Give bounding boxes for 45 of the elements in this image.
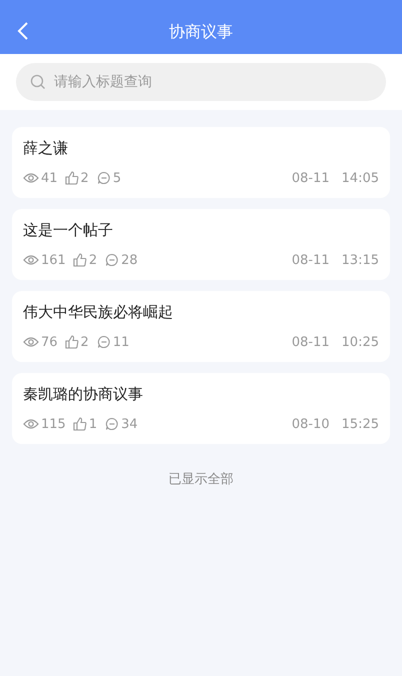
search-field[interactable]: 请输入标题查询 (16, 63, 386, 101)
post-card[interactable]: 这是一个帖子 161 2 28 08-11 13:15 (12, 209, 390, 280)
comment-count: 28 (121, 252, 138, 270)
comment-count: 34 (121, 416, 138, 434)
view-count: 76 (41, 334, 58, 352)
thumbs-up-icon (64, 335, 79, 350)
thumbs-up-icon (72, 417, 87, 432)
post-card[interactable]: 薛之谦 41 2 5 08-11 14:05 (12, 127, 390, 198)
post-date: 08-10 (292, 416, 330, 434)
back-icon (17, 21, 29, 41)
post-card[interactable]: 伟大中华民族必将崛起 76 2 11 08-11 10:25 (12, 291, 390, 362)
page-title: 协商议事 (169, 21, 233, 43)
like-count: 2 (88, 252, 98, 270)
post-date: 08-11 (292, 252, 330, 270)
comment-icon (105, 253, 120, 268)
eye-icon (23, 254, 39, 266)
post-title: 薛之谦 (23, 138, 69, 159)
post-time: 15:25 (342, 416, 379, 434)
post-title: 这是一个帖子 (23, 220, 114, 241)
like-count: 2 (80, 170, 89, 188)
like-count: 1 (88, 416, 98, 434)
thumbs-up-icon (72, 253, 87, 268)
eye-icon (23, 172, 39, 184)
search-icon (30, 74, 46, 90)
comment-icon (96, 335, 111, 350)
post-card[interactable]: 秦凯璐的协商议事 115 1 34 08-10 15:25 (12, 373, 390, 444)
post-title: 伟大中华民族必将崛起 (23, 302, 174, 323)
view-count: 161 (41, 252, 66, 270)
post-time: 14:05 (342, 170, 379, 188)
comment-icon (105, 417, 120, 432)
post-time: 13:15 (342, 252, 379, 270)
comment-count: 5 (112, 170, 122, 188)
post-time: 10:25 (342, 334, 379, 352)
post-title: 秦凯璐的协商议事 (23, 384, 144, 405)
eye-icon (23, 336, 39, 348)
view-count: 115 (41, 416, 66, 434)
comment-count: 11 (112, 334, 130, 352)
comment-icon (96, 171, 111, 186)
end-of-list-text: 已显示全部 (168, 471, 234, 489)
view-count: 41 (41, 170, 58, 188)
like-count: 2 (80, 334, 89, 352)
thumbs-up-icon (64, 171, 79, 186)
eye-icon (23, 418, 39, 430)
post-date: 08-11 (292, 334, 330, 352)
post-date: 08-11 (292, 170, 330, 188)
